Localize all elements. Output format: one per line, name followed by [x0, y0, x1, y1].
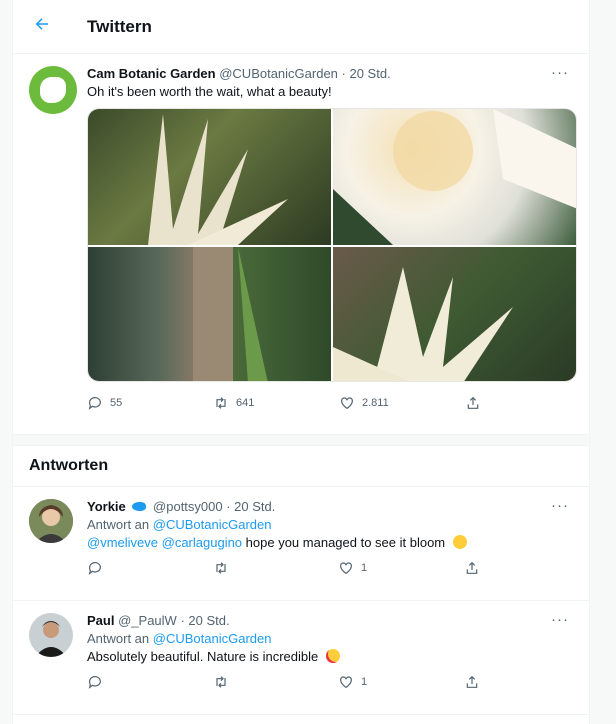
like-count: 2.811 — [362, 397, 389, 409]
like-button[interactable]: 1 — [338, 560, 464, 576]
reply-icon — [88, 397, 101, 410]
reply-time[interactable]: · 20 Std. — [180, 613, 229, 628]
heart-icon — [340, 676, 352, 689]
reply-to-handle[interactable]: @CUBotanicGarden — [153, 517, 272, 532]
reply-icon — [88, 676, 101, 689]
more-options-icon[interactable]: ··· — [551, 64, 569, 81]
reply-time[interactable]: · 20 Std. — [226, 499, 275, 514]
retweet-count: 641 — [236, 397, 255, 409]
share-icon — [466, 561, 477, 574]
reply-to-label: Antwort an — [87, 631, 150, 646]
heart-icon — [340, 562, 352, 575]
media-photo[interactable] — [88, 247, 331, 381]
share-icon — [467, 396, 479, 409]
tweet-time[interactable]: · 20 Std. — [342, 66, 391, 81]
more-options-icon[interactable]: ··· — [551, 497, 569, 514]
author-handle[interactable]: @CUBotanicGarden — [219, 66, 338, 81]
back-arrow-icon[interactable] — [33, 15, 63, 39]
reply-actions: 1 — [87, 670, 589, 694]
avatar[interactable] — [29, 499, 73, 543]
reply-tweet[interactable]: ··· Paul @_PaulW · 20 Std. Antwort an @C… — [13, 601, 589, 715]
reply-meta: Paul @_PaulW · 20 Std. — [87, 613, 589, 628]
reply-text: @vmeliveve @carlagugino hope you managed… — [87, 535, 589, 550]
section-divider — [13, 434, 589, 446]
author-handle[interactable]: @_PaulW — [118, 613, 177, 628]
share-icon — [466, 675, 477, 688]
retweet-button[interactable] — [213, 674, 339, 690]
timeline-column: Twittern ··· Cam Botanic Garden @CUBotan… — [12, 0, 590, 724]
author-name[interactable]: Cam Botanic Garden — [87, 66, 216, 81]
mention-link[interactable]: @vmeliveve — [87, 535, 158, 550]
media-grid[interactable] — [87, 108, 577, 382]
reply-body: hope you managed to see it bloom — [245, 535, 446, 550]
verified-fish-icon — [132, 502, 147, 511]
retweet-icon — [215, 676, 226, 688]
media-photo[interactable] — [333, 247, 576, 381]
reply-to-line: Antwort an @CUBotanicGarden — [87, 517, 589, 532]
retweet-button[interactable] — [213, 560, 339, 576]
reply-button[interactable]: 55 — [87, 395, 213, 411]
like-count: 1 — [361, 676, 368, 688]
reply-to-label: Antwort an — [87, 517, 150, 532]
like-button[interactable]: 2.811 — [339, 395, 465, 411]
share-button[interactable] — [464, 674, 590, 690]
reply-actions: 1 — [87, 556, 589, 580]
author-name[interactable]: Paul — [87, 613, 114, 628]
retweet-icon — [216, 397, 226, 409]
avatar[interactable] — [29, 66, 77, 114]
page-header: Twittern — [13, 0, 589, 54]
heart-eyes-emoji-icon — [325, 649, 340, 663]
replies-heading: Antworten — [29, 457, 109, 474]
reply-body: Absolutely beautiful. Nature is incredib… — [87, 649, 319, 664]
heart-icon — [341, 397, 353, 410]
reply-to-line: Antwort an @CUBotanicGarden — [87, 631, 589, 646]
reply-text: Absolutely beautiful. Nature is incredib… — [87, 649, 589, 664]
retweet-icon — [215, 562, 226, 574]
share-button[interactable] — [464, 560, 590, 576]
like-count: 1 — [361, 562, 368, 574]
reply-count: 55 — [110, 397, 123, 409]
reply-icon — [88, 562, 101, 575]
like-button[interactable]: 1 — [338, 674, 464, 690]
reply-tweet[interactable]: ··· Yorkie @pottsy000 · 20 Std. Antwort … — [13, 487, 589, 601]
share-button[interactable] — [465, 395, 481, 411]
page-title: Twittern — [87, 16, 152, 36]
tweet-text: Oh it's been worth the wait, what a beau… — [87, 84, 332, 99]
reply-button[interactable] — [87, 560, 213, 576]
tweet-meta: Cam Botanic Garden @CUBotanicGarden · 20… — [87, 66, 573, 81]
reply-meta: Yorkie @pottsy000 · 20 Std. — [87, 499, 589, 514]
media-photo[interactable] — [333, 109, 576, 245]
retweet-button[interactable]: 641 — [213, 395, 339, 411]
author-name[interactable]: Yorkie — [87, 499, 126, 514]
author-handle[interactable]: @pottsy000 — [153, 499, 223, 514]
more-options-icon[interactable]: ··· — [551, 611, 569, 628]
reply-button[interactable] — [87, 674, 213, 690]
tweet-actions: 55 641 2.811 — [87, 382, 573, 424]
main-tweet[interactable]: ··· Cam Botanic Garden @CUBotanicGarden … — [13, 54, 589, 424]
reply-to-handle[interactable]: @CUBotanicGarden — [153, 631, 272, 646]
avatar[interactable] — [29, 613, 73, 657]
mention-link[interactable]: @carlagugino — [162, 535, 242, 550]
smile-emoji-icon — [452, 535, 467, 549]
media-photo[interactable] — [88, 109, 331, 245]
